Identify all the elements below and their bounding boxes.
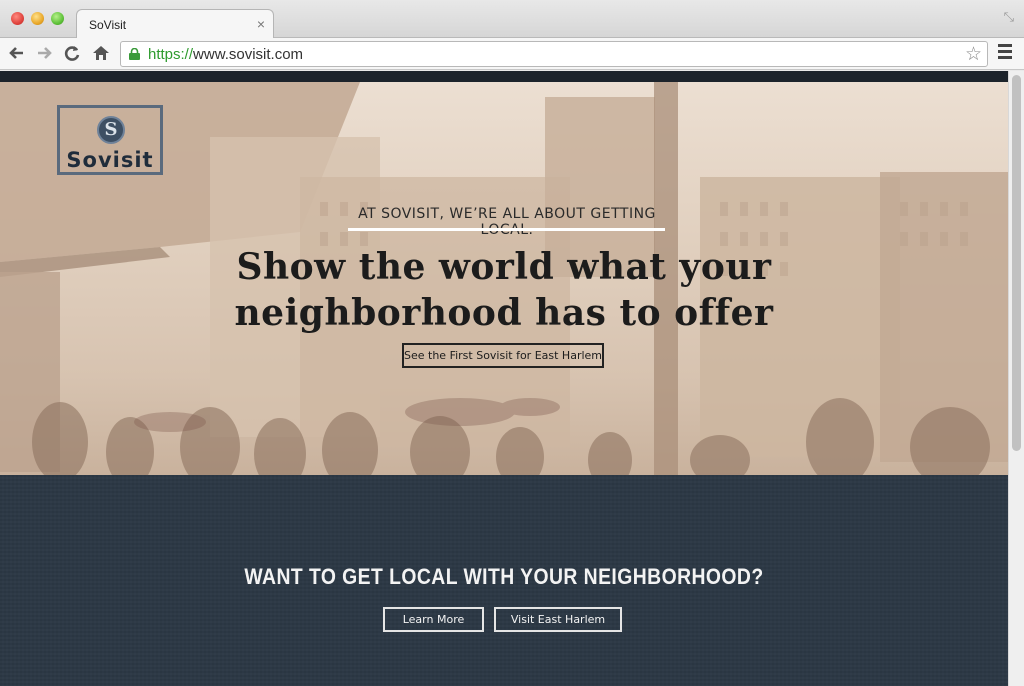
address-bar[interactable]: https://www.sovisit.com ☆ [120,41,988,67]
back-arrow-icon[interactable] [6,42,28,64]
bookmark-star-icon[interactable]: ☆ [965,43,982,66]
browser-toolbar: https://www.sovisit.com ☆ [0,38,1024,70]
hero-headline: Show the world what your neighborhood ha… [234,246,774,334]
hero-section: S Sovisit AT SOVISIT, WE’RE ALL ABOUT GE… [0,82,1008,475]
fullscreen-icon[interactable]: ⤡ [1004,9,1014,25]
zoom-window-button[interactable] [51,12,64,25]
tab-close-icon[interactable]: × [257,16,265,32]
scrollbar-thumb[interactable] [1012,75,1021,451]
page-viewport: S Sovisit AT SOVISIT, WE’RE ALL ABOUT GE… [0,71,1024,686]
browser-tab[interactable]: SoVisit × [76,9,274,39]
site-top-bar [0,71,1008,82]
tagline-divider [348,228,665,231]
logo-text: Sovisit [66,148,154,172]
page-scrollbar[interactable] [1008,71,1024,686]
hero-tagline: AT SOVISIT, WE’RE ALL ABOUT GETTING LOCA… [358,206,656,238]
learn-more-button[interactable]: Learn More [383,607,484,632]
browser-title-bar: SoVisit × ⤡ [0,0,1024,39]
menu-icon[interactable] [998,44,1012,62]
minimize-window-button[interactable] [31,12,44,25]
visit-east-harlem-button[interactable]: Visit East Harlem [494,607,622,632]
lock-icon [129,48,140,60]
logo-mark-icon: S [97,116,125,144]
see-first-sovisit-button[interactable]: See the First Sovisit for East Harlem [402,343,604,368]
cta-heading: WANT TO GET LOCAL WITH YOUR NEIGHBORHOOD… [244,564,764,589]
close-window-button[interactable] [11,12,24,25]
cta-section: WANT TO GET LOCAL WITH YOUR NEIGHBORHOOD… [0,475,1008,686]
home-icon[interactable] [90,42,112,64]
sovisit-logo[interactable]: S Sovisit [57,105,163,175]
reload-icon[interactable] [61,42,83,64]
tab-title: SoVisit [89,18,127,32]
url-text: https://www.sovisit.com [148,46,304,63]
forward-arrow-icon[interactable] [33,42,55,64]
